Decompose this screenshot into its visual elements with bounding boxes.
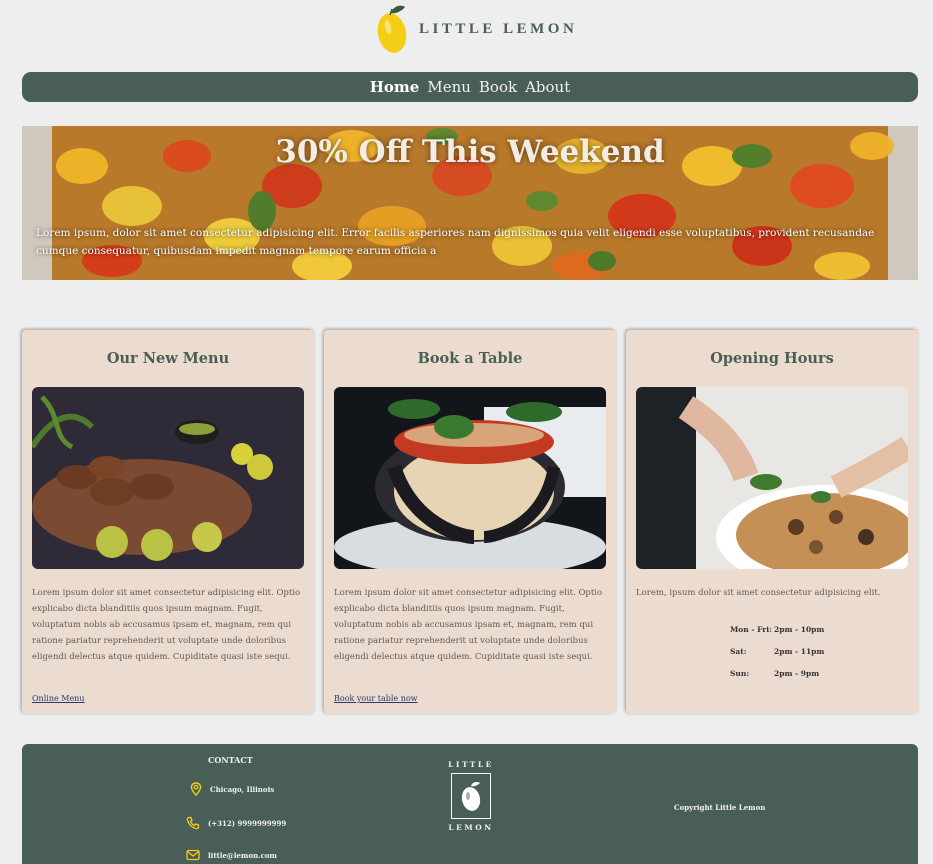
card-book-table: Book a Table Lorem ipsum dolor sit amet … (324, 330, 616, 714)
brand-name: LITTLE LEMON (419, 20, 578, 37)
card-text: Lorem, ipsum dolor sit amet consectetur … (636, 588, 881, 598)
nav-menu[interactable]: Menu (427, 78, 471, 96)
hours-row: Mon - Fri: 2pm - 10pm (730, 625, 850, 647)
card-text: Lorem ipsum dolor sit amet consectetur a… (32, 588, 301, 662)
hours-time: 2pm - 11pm (774, 647, 825, 656)
footer-logo-top: LITTLE (448, 760, 494, 769)
contact-email[interactable]: little@lemon.com (186, 849, 277, 861)
card-title: Book a Table (417, 350, 523, 367)
address-text: Chicago, Illinois (210, 784, 275, 794)
hero-text: Lorem ipsum, dolor sit amet consectetur … (36, 227, 875, 257)
card-image-menu (32, 387, 304, 569)
copyright: Copyright Little Lemon (674, 803, 766, 812)
footer: CONTACT Chicago, Illinois (+312) 9999999… (22, 744, 918, 864)
card-new-menu: Our New Menu Lorem ipsum dolor sit amet … (22, 330, 314, 714)
nav-about[interactable]: About (525, 78, 570, 96)
online-menu-link[interactable]: Online Menu (32, 694, 85, 703)
card-text: Lorem ipsum dolor sit amet consectetur a… (334, 588, 603, 662)
book-table-link[interactable]: Book your table now (334, 694, 418, 703)
hours-row: Sat: 2pm - 11pm (730, 647, 850, 669)
hours-row: Sun: 2pm - 9pm (730, 669, 850, 691)
footer-lemon-icon (451, 773, 491, 819)
card-title: Opening Hours (710, 350, 834, 367)
hours-day: Mon - Fri: (730, 625, 772, 634)
location-pin-icon (190, 782, 202, 796)
hours-day: Sun: (730, 669, 750, 678)
card-title: Our New Menu (106, 350, 230, 367)
phone-text: (+312) 9999999999 (208, 818, 287, 828)
hours-time: 2pm - 9pm (774, 669, 820, 678)
main-nav: Home Menu Book About (22, 72, 918, 102)
brand[interactable]: LITTLE LEMON (377, 3, 577, 55)
contact-title: CONTACT (208, 755, 253, 765)
nav-home[interactable]: Home (370, 78, 420, 96)
footer-logo[interactable]: LITTLE LEMON (446, 760, 496, 832)
contact-address: Chicago, Illinois (190, 782, 274, 796)
card-opening-hours: Opening Hours Lorem, ipsum dolor sit ame… (626, 330, 918, 714)
footer-logo-bottom: LEMON (448, 823, 494, 832)
lemon-icon (377, 5, 407, 53)
opening-hours-table: Mon - Fri: 2pm - 10pm Sat: 2pm - 11pm Su… (730, 625, 850, 691)
hero-banner: 30% Off This Weekend Lorem ipsum, dolor … (22, 126, 918, 280)
hours-time: 2pm - 10pm (774, 625, 825, 634)
card-image-hours (636, 387, 908, 569)
email-text: little@lemon.com (208, 850, 277, 860)
mail-icon (186, 849, 200, 861)
card-image-book (334, 387, 606, 569)
nav-book[interactable]: Book (479, 78, 517, 96)
contact-phone[interactable]: (+312) 9999999999 (186, 816, 286, 830)
hours-day: Sat: (730, 647, 747, 656)
phone-icon (186, 816, 200, 830)
hero-title: 30% Off This Weekend (275, 134, 665, 170)
